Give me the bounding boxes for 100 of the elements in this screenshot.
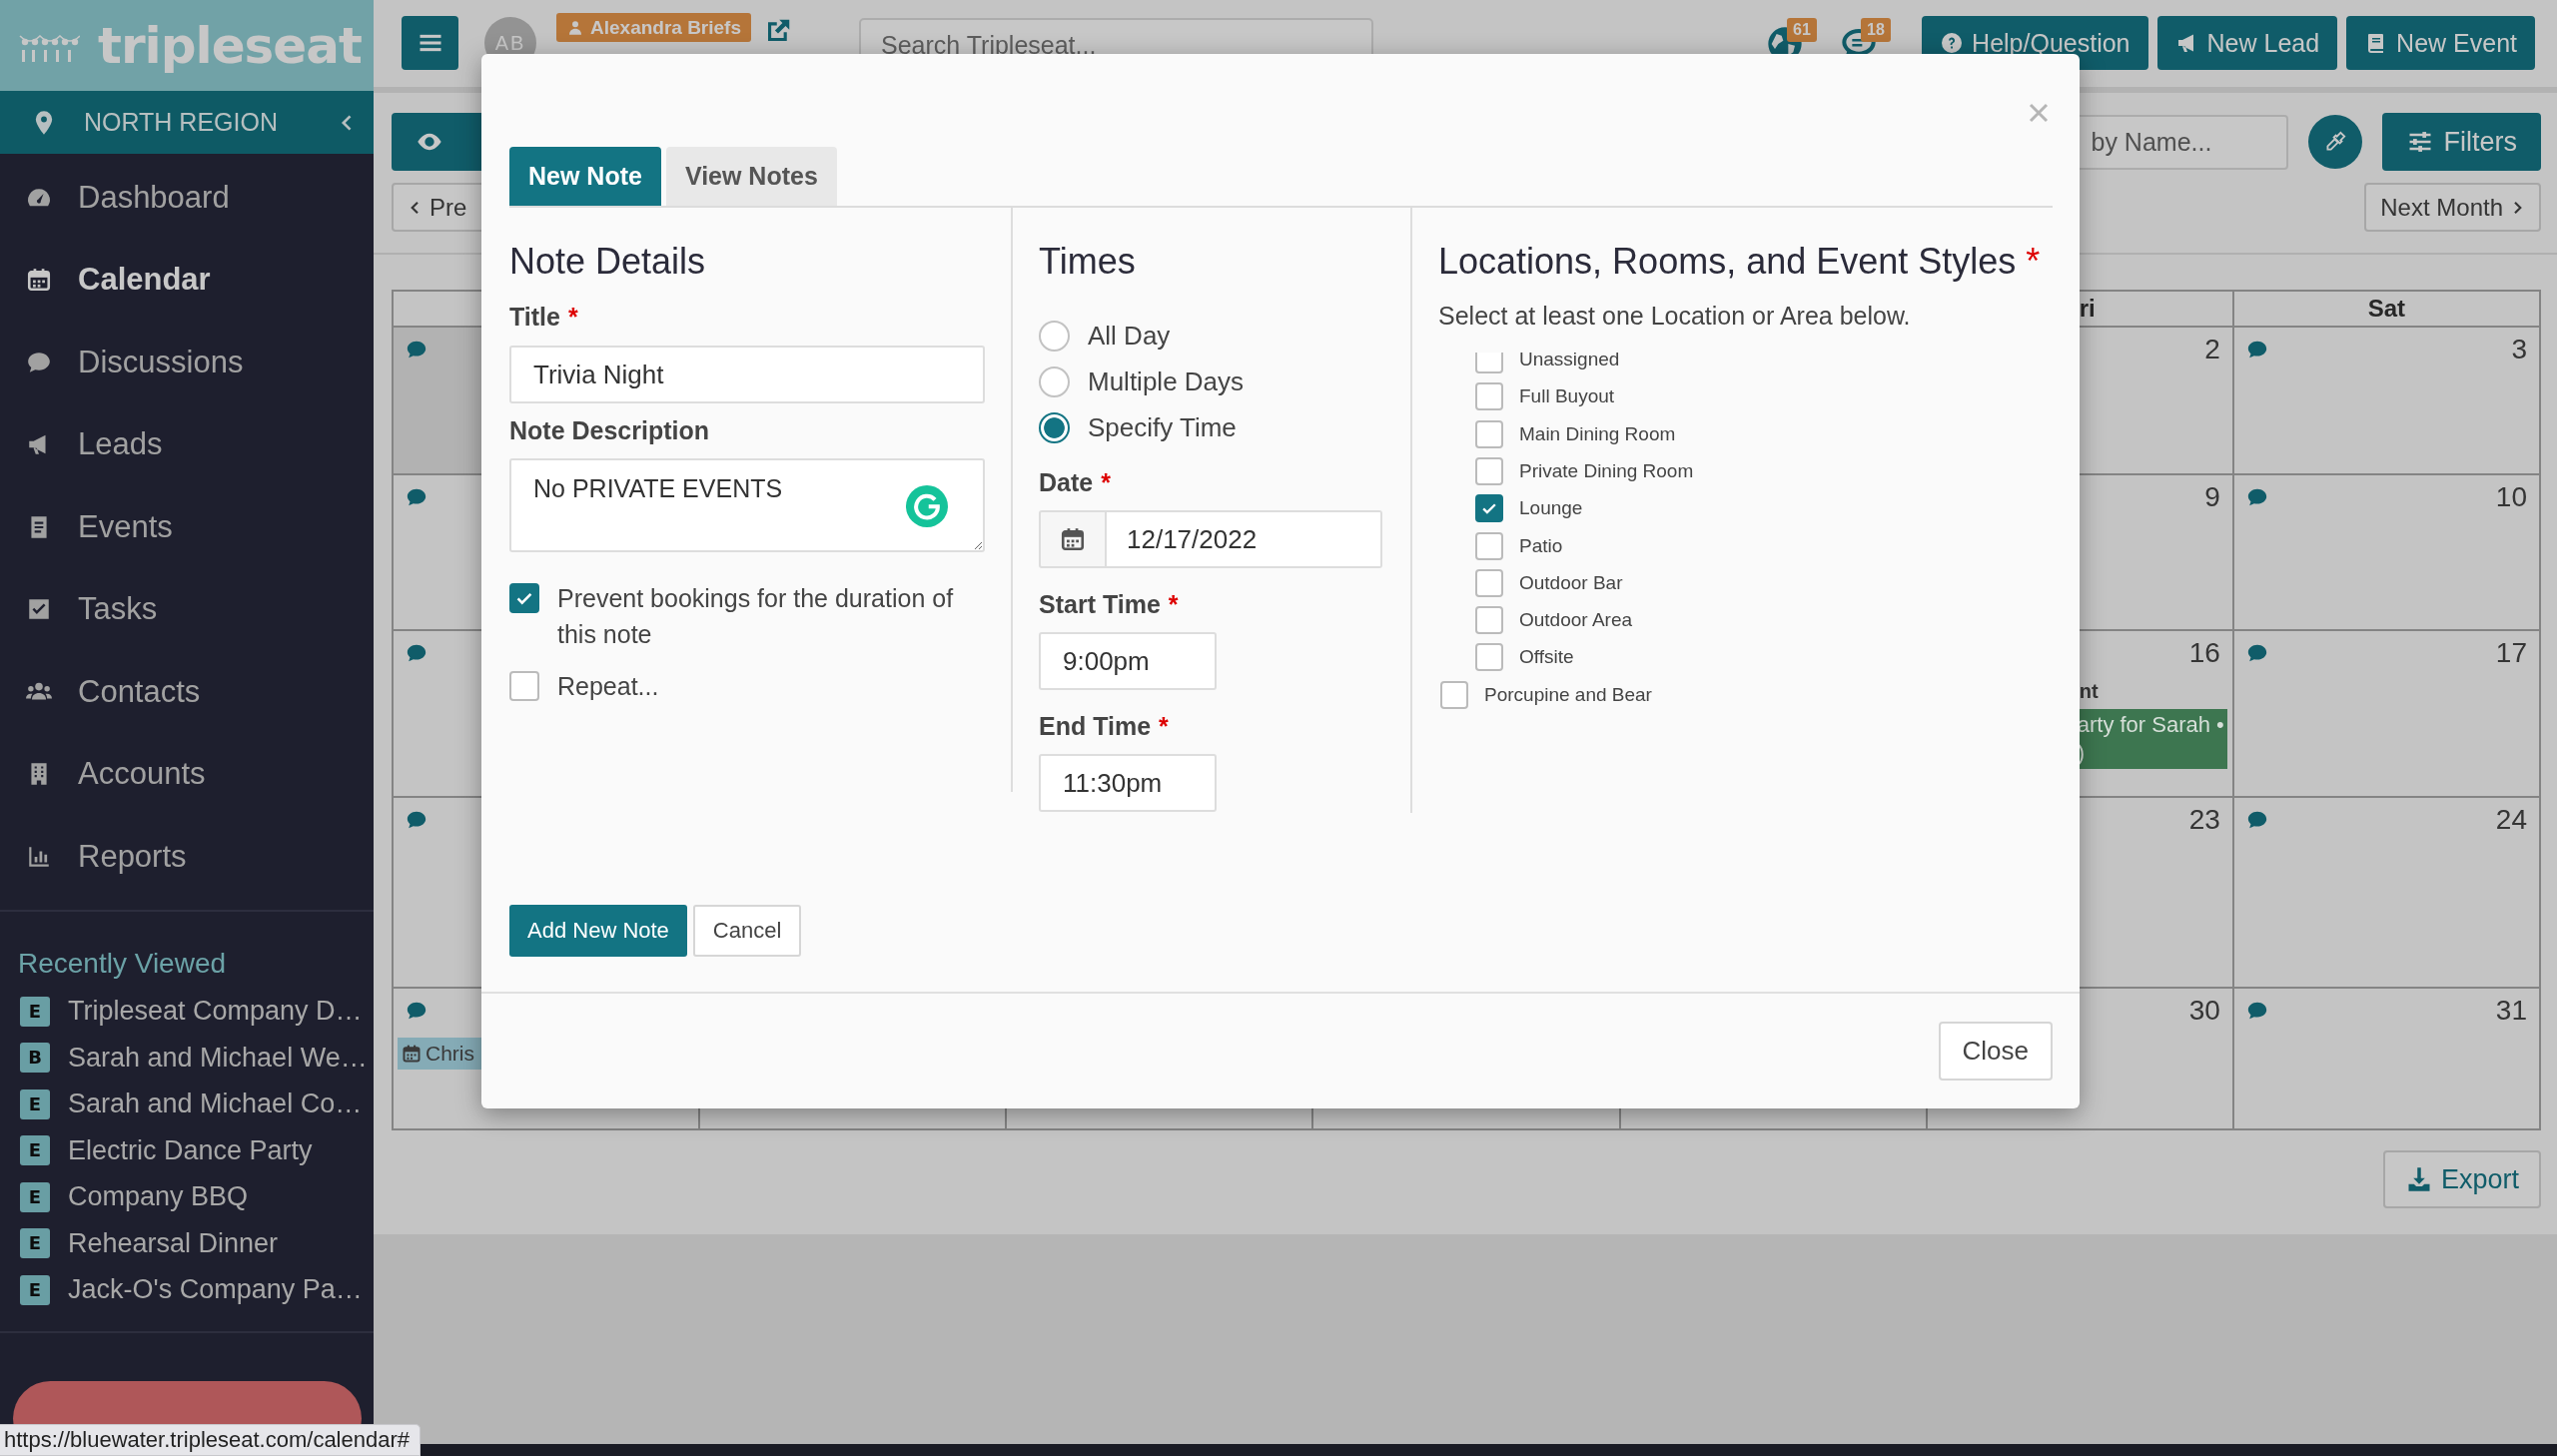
- description-field[interactable]: No PRIVATE EVENTS: [509, 458, 985, 552]
- next-month-button[interactable]: Next Month: [2364, 183, 2541, 232]
- radio-button[interactable]: [1039, 365, 1070, 397]
- nav-item[interactable]: Reports: [0, 815, 374, 899]
- type-badge: B: [20, 1043, 50, 1074]
- checkbox-label: Offsite: [1519, 646, 1574, 669]
- tab[interactable]: New Note: [509, 147, 661, 206]
- recent-item[interactable]: E Tripleseat Company D…: [0, 988, 374, 1035]
- checkbox-label: Porcupine and Bear: [1484, 683, 1652, 706]
- date-field[interactable]: 12/17/2022: [1107, 510, 1382, 568]
- section-heading: Times: [1039, 240, 1136, 284]
- calendar-icon: [402, 1044, 422, 1064]
- checkbox[interactable]: [1475, 382, 1503, 411]
- time-field[interactable]: 11:30pm: [1039, 754, 1217, 812]
- recent-item[interactable]: E Sarah and Michael Co…: [0, 1081, 374, 1127]
- checkbox[interactable]: [1475, 568, 1503, 597]
- nav-item[interactable]: Events: [0, 485, 374, 569]
- checkbox-label: Unassigned: [1519, 353, 1620, 371]
- nav-item[interactable]: Accounts: [0, 733, 374, 816]
- type-badge: E: [20, 996, 50, 1027]
- url-tooltip: https://bluewater.tripleseat.com/calendar#: [0, 1424, 421, 1456]
- nav-item[interactable]: Calendar: [0, 239, 374, 322]
- checkbox[interactable]: [1475, 419, 1503, 448]
- add-note-button[interactable]: Add New Note: [509, 905, 687, 957]
- type-badge: E: [20, 1089, 50, 1119]
- day-number: 16: [2188, 637, 2220, 669]
- checkbox[interactable]: [1475, 606, 1503, 635]
- checkbox[interactable]: [509, 671, 539, 701]
- radio-label: All Day: [1088, 320, 1171, 352]
- checkbox-label: Outdoor Area: [1519, 609, 1633, 632]
- title-field[interactable]: Trivia Night: [509, 346, 985, 403]
- checkbox-label: Outdoor Bar: [1519, 571, 1623, 594]
- section-title: Recently Viewed: [17, 947, 228, 982]
- day-number: 17: [2495, 637, 2527, 669]
- recent-item[interactable]: B Sarah and Michael We…: [0, 1034, 374, 1082]
- nav-item[interactable]: Discussions: [0, 321, 374, 404]
- day-number: 10: [2495, 481, 2527, 513]
- user-icon: [566, 18, 584, 37]
- checkbox[interactable]: [1475, 353, 1503, 374]
- grammar-assistant-icon: [906, 485, 948, 527]
- checkbox[interactable]: [1475, 643, 1503, 672]
- export-button[interactable]: Export: [2382, 1150, 2541, 1208]
- checkbox[interactable]: [1440, 680, 1468, 709]
- checkbox-label: Repeat...: [557, 671, 659, 702]
- radio-button[interactable]: [1039, 411, 1070, 443]
- section-heading: Note Details: [509, 240, 706, 284]
- field-label: End Time: [1039, 711, 1152, 741]
- radio-label: Specify Time: [1088, 411, 1237, 443]
- tab[interactable]: View Notes: [665, 147, 837, 206]
- checkbox[interactable]: [1475, 531, 1503, 560]
- region-selector[interactable]: NORTH REGION: [0, 91, 374, 154]
- radio-label: Multiple Days: [1088, 365, 1245, 397]
- day-number: 24: [2495, 804, 2527, 836]
- logo-text: tripleseat: [98, 20, 362, 71]
- count-badge: 18: [1861, 18, 1891, 42]
- section-heading: Locations, Rooms, and Event Styles: [1438, 240, 2017, 284]
- menu-button[interactable]: [402, 16, 458, 70]
- field-label: Date: [1039, 467, 1094, 497]
- type-badge: E: [20, 1228, 50, 1259]
- color-picker-button[interactable]: [2307, 115, 2362, 169]
- field-label: Start Time: [1039, 589, 1161, 619]
- column-header: Sat: [2367, 294, 2406, 324]
- nav-item[interactable]: Dashboard: [0, 156, 374, 240]
- type-badge: E: [20, 1275, 50, 1305]
- checkbox-label: Lounge: [1519, 497, 1583, 520]
- field-label: Title: [509, 302, 560, 332]
- filters-button[interactable]: Filters: [2381, 113, 2541, 171]
- checkbox-label: Full Buyout: [1519, 385, 1615, 408]
- checkbox-label: Private Dining Room: [1519, 459, 1694, 482]
- cancel-button[interactable]: Cancel: [692, 905, 802, 957]
- recent-item[interactable]: E Jack-O's Company Pa…: [0, 1266, 374, 1314]
- recent-item[interactable]: E Rehearsal Dinner: [0, 1220, 374, 1267]
- nav-item[interactable]: Leads: [0, 403, 374, 486]
- time-field[interactable]: 9:00pm: [1039, 632, 1217, 690]
- required-mark: *: [567, 302, 578, 332]
- day-number: 3: [2511, 334, 2527, 365]
- nav-item[interactable]: Tasks: [0, 568, 374, 651]
- event-caption: nt: [2078, 679, 2100, 703]
- checkbox[interactable]: [1475, 456, 1503, 485]
- checkbox-label: Main Dining Room: [1519, 422, 1676, 445]
- event-title: arty for Sarah •: [2077, 711, 2224, 739]
- checkbox[interactable]: [509, 583, 539, 613]
- nav-item[interactable]: Contacts: [0, 650, 374, 734]
- checkbox[interactable]: [1475, 494, 1503, 523]
- field-label: Note Description: [509, 415, 710, 445]
- required-mark: *: [2026, 240, 2041, 284]
- bar-chart-icon: [26, 844, 52, 870]
- header-button[interactable]: New Lead: [2156, 16, 2338, 70]
- hint-text: Select at least one Location or Area below.: [1438, 301, 1912, 331]
- radio-button[interactable]: [1039, 320, 1070, 352]
- header-button[interactable]: New Event: [2346, 16, 2535, 70]
- day-number: 2: [2204, 334, 2220, 365]
- required-mark: *: [1101, 467, 1111, 497]
- recent-item[interactable]: E Electric Dance Party: [0, 1126, 374, 1174]
- event-title: Chris: [426, 1041, 474, 1067]
- recent-item[interactable]: E Company BBQ: [0, 1173, 374, 1221]
- type-badge: E: [20, 1181, 50, 1212]
- date-picker-button[interactable]: [1039, 510, 1107, 568]
- checkbox-label: Patio: [1519, 534, 1563, 557]
- close-button[interactable]: Close: [1938, 1022, 2053, 1081]
